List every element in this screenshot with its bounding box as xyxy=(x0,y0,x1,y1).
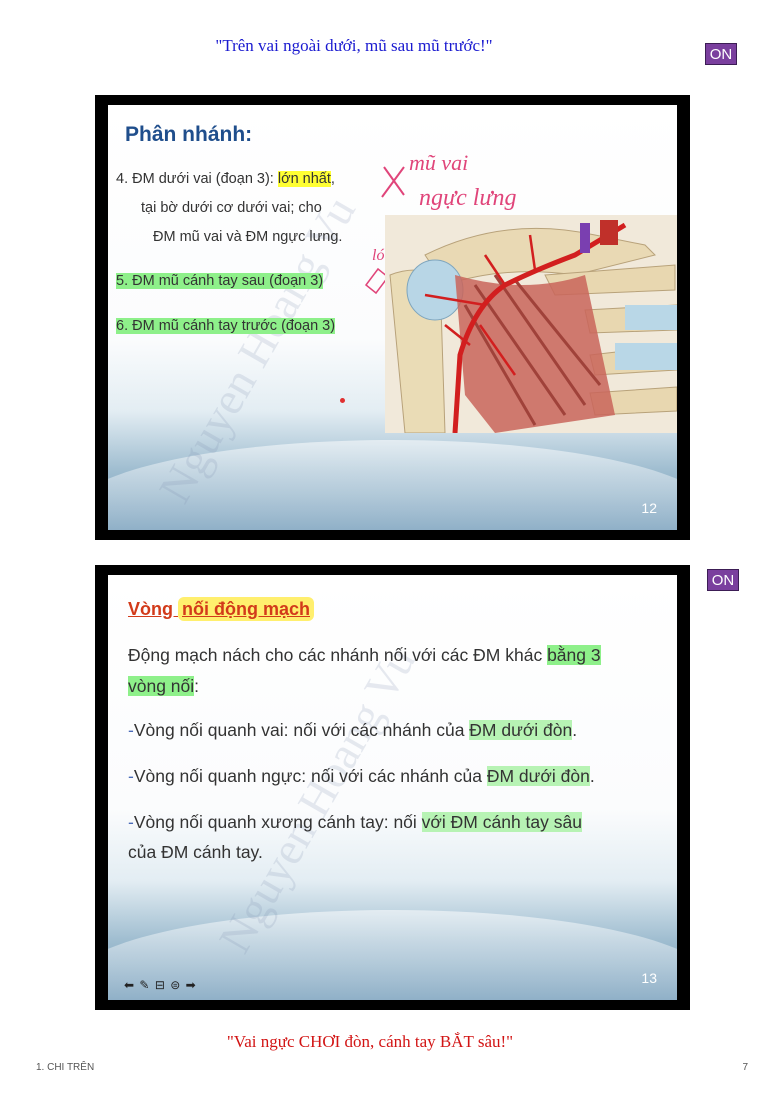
on-badge-1[interactable]: ON xyxy=(705,43,737,65)
item-2: -Vòng nối quanh ngực: nối với các nhánh … xyxy=(128,766,595,787)
item-1-highlight: ĐM dưới đòn xyxy=(469,720,573,740)
annotation-cross xyxy=(381,166,405,198)
forward-arrow-icon[interactable]: ➡ xyxy=(186,978,197,992)
menu-icon[interactable]: ⊜ xyxy=(170,978,181,992)
para-1-line-1: Động mạch nách cho các nhánh nối với các… xyxy=(128,645,601,666)
item-3-line-2: của ĐM cánh tay. xyxy=(128,842,263,862)
item-3-line-1: -Vòng nối quanh xương cánh tay: nối với … xyxy=(128,812,582,833)
item-4-line-1: 4. ĐM dưới vai (đoạn 3): lớn nhất, xyxy=(116,171,335,187)
item-2-period: . xyxy=(589,766,595,786)
highlight-bang-3: bằng 3 xyxy=(547,645,601,665)
item-1-text: Vòng nối quanh vai: nối với các nhánh củ… xyxy=(133,720,470,740)
para-1-text: Động mạch nách cho các nhánh nối với các… xyxy=(128,645,548,665)
item-2-highlight: ĐM dưới đòn xyxy=(486,766,590,786)
item-3-highlight: với ĐM cánh tay sâu xyxy=(421,812,582,832)
page-number: 7 xyxy=(742,1062,748,1073)
item-4-text: 4. ĐM dưới vai (đoạn 3): xyxy=(116,171,278,187)
mnemonic-top: "Trên vai ngoài dưới, mũ sau mũ trước!" xyxy=(215,36,493,55)
item-5-highlight: 5. ĐM mũ cánh tay sau (đoạn 3) xyxy=(116,273,324,289)
item-6: 6. ĐM mũ cánh tay trước (đoạn 3) xyxy=(116,318,336,334)
shoulder-artery-image xyxy=(385,215,677,433)
laser-pointer-dot xyxy=(340,398,345,403)
annotation-lo: ló xyxy=(372,247,384,264)
title-part-1: Vòng xyxy=(128,599,178,619)
slide-number: 12 xyxy=(641,500,657,516)
annotation-mu-vai: mũ vai xyxy=(409,150,468,175)
annotation-nguc-lung: ngực lưng xyxy=(419,185,517,211)
item-1: -Vòng nối quanh vai: nối với các nhánh c… xyxy=(128,720,577,741)
item-1-period: . xyxy=(572,720,578,740)
para-1-colon: : xyxy=(194,676,200,696)
title-highlight: nối động mạch xyxy=(178,597,314,621)
item-4-comma: , xyxy=(330,171,335,187)
highlight-largest: lớn nhất xyxy=(277,171,331,187)
slide-nav-controls: ⬅ ✎ ⊟ ⊜ ➡ xyxy=(124,978,197,992)
para-1-line-2: vòng nối: xyxy=(128,676,199,697)
item-6-highlight: 6. ĐM mũ cánh tay trước (đoạn 3) xyxy=(116,318,336,334)
pen-icon[interactable]: ✎ xyxy=(139,978,150,992)
slide-13: Nguyen Hoang Vu Vòng nối động mạch Động … xyxy=(108,575,677,1000)
slide-title: Vòng nối động mạch xyxy=(128,597,314,621)
slide-title: Phân nhánh: xyxy=(125,123,253,146)
highlight-vong-noi: vòng nối xyxy=(128,676,195,696)
item-4-line-3: ĐM mũ vai và ĐM ngực lưng. xyxy=(153,229,343,245)
item-5: 5. ĐM mũ cánh tay sau (đoạn 3) xyxy=(116,273,324,289)
on-badge-2[interactable]: ON xyxy=(707,569,739,591)
slide-12-frame: Nguyen Hoang Vu Phân nhánh: 4. ĐM dưới v… xyxy=(95,95,690,540)
anatomy-illustration xyxy=(385,215,677,433)
item-2-text: Vòng nối quanh ngực: nối với các nhánh c… xyxy=(133,766,487,786)
back-arrow-icon[interactable]: ⬅ xyxy=(124,978,135,992)
mnemonic-bottom: "Vai ngực CHƠI đòn, cánh tay BẮT sâu!" xyxy=(226,1032,514,1051)
slide-12: Nguyen Hoang Vu Phân nhánh: 4. ĐM dưới v… xyxy=(108,105,677,530)
slide-number: 13 xyxy=(641,970,657,986)
slide-13-frame: Nguyen Hoang Vu Vòng nối động mạch Động … xyxy=(95,565,690,1010)
item-4-line-2: tại bờ dưới cơ dưới vai; cho xyxy=(141,200,322,216)
footer-chapter: 1. CHI TRÊN xyxy=(36,1062,95,1073)
slides-icon[interactable]: ⊟ xyxy=(155,978,166,992)
item-3-text: Vòng nối quanh xương cánh tay: nối xyxy=(133,812,422,832)
